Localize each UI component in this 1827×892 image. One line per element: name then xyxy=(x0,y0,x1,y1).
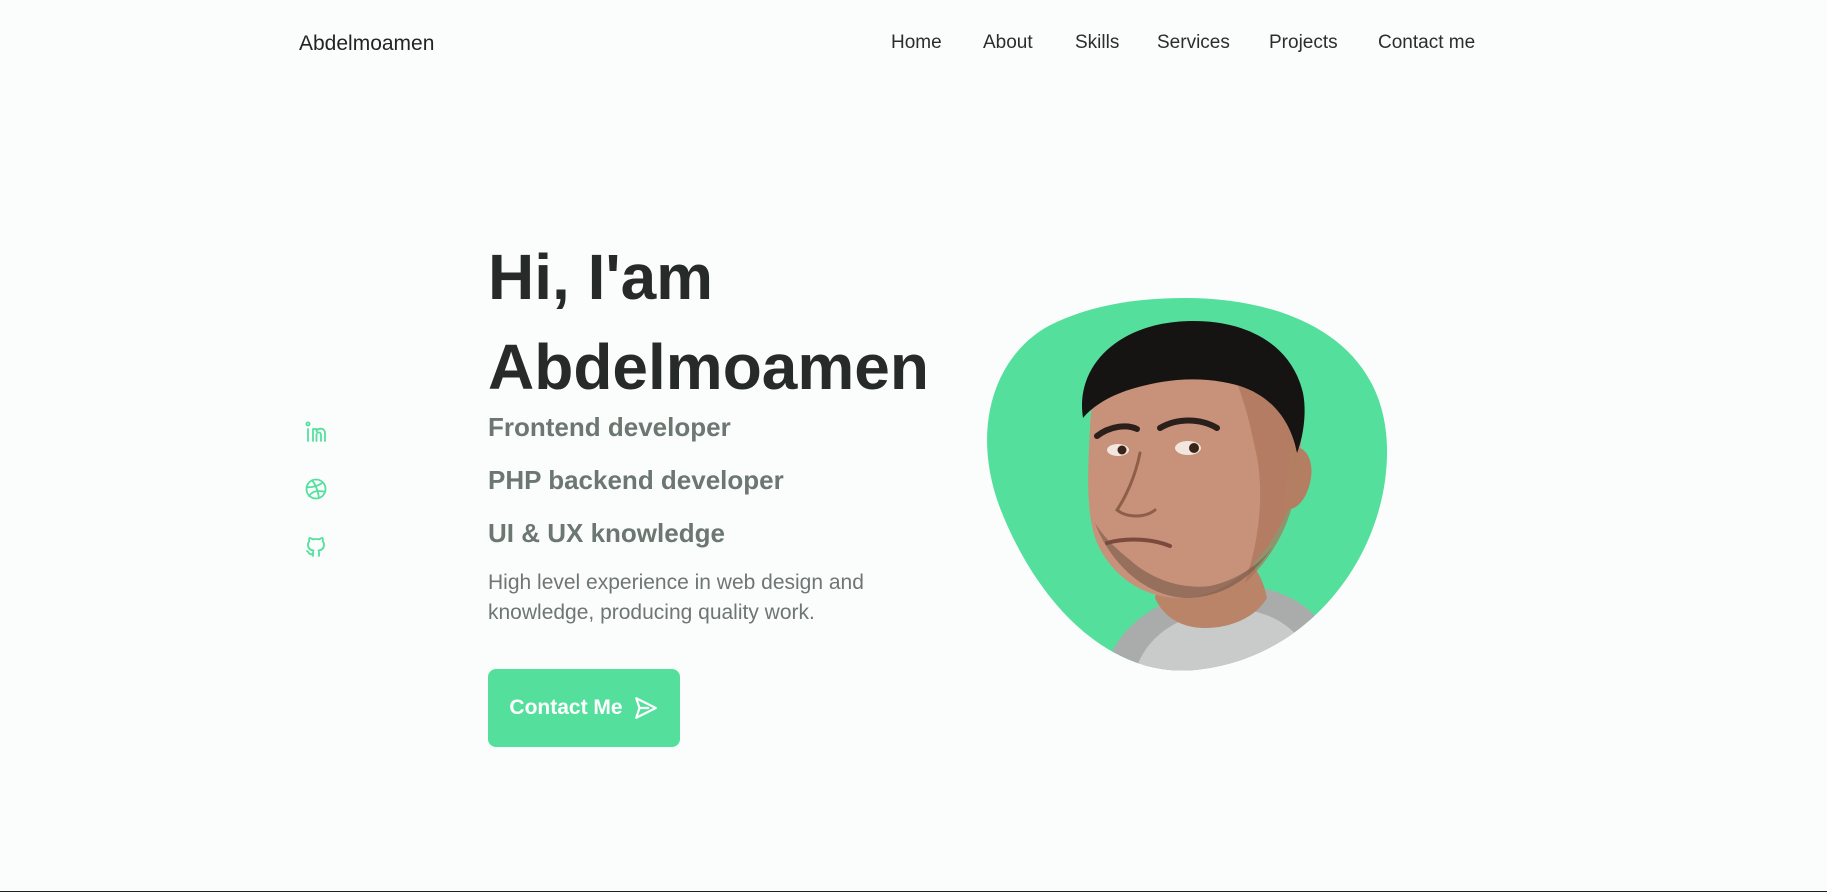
send-icon xyxy=(634,697,657,719)
hero-title: Hi, I'am Abdelmoamen xyxy=(488,232,929,412)
dribbble-icon[interactable] xyxy=(302,475,330,503)
hero-description: High level experience in web design and … xyxy=(488,571,864,624)
github-icon[interactable] xyxy=(302,533,330,561)
contact-me-label: Contact Me xyxy=(509,696,623,719)
profile-portrait xyxy=(987,298,1388,671)
role-frontend: Frontend developer xyxy=(488,412,731,442)
nav-projects[interactable]: Projects xyxy=(1269,32,1338,54)
role-uiux: UI & UX knowledge xyxy=(488,518,725,548)
main-nav: Home About Skills Services Projects Cont… xyxy=(0,32,1827,58)
linkedin-icon[interactable] xyxy=(302,418,330,446)
role-backend: PHP backend developer xyxy=(488,465,784,495)
nav-about[interactable]: About xyxy=(983,32,1033,54)
nav-contact[interactable]: Contact me xyxy=(1378,32,1475,54)
nav-services[interactable]: Services xyxy=(1157,32,1230,54)
hero-name: Abdelmoamen xyxy=(488,331,929,403)
nav-home[interactable]: Home xyxy=(891,32,942,54)
nav-skills[interactable]: Skills xyxy=(1075,32,1119,54)
page: Abdelmoamen Home About Skills Services P… xyxy=(0,0,1827,892)
hero-image xyxy=(985,298,1390,672)
hero-greeting: Hi, I'am xyxy=(488,241,714,313)
contact-me-button[interactable]: Contact Me xyxy=(488,669,680,747)
